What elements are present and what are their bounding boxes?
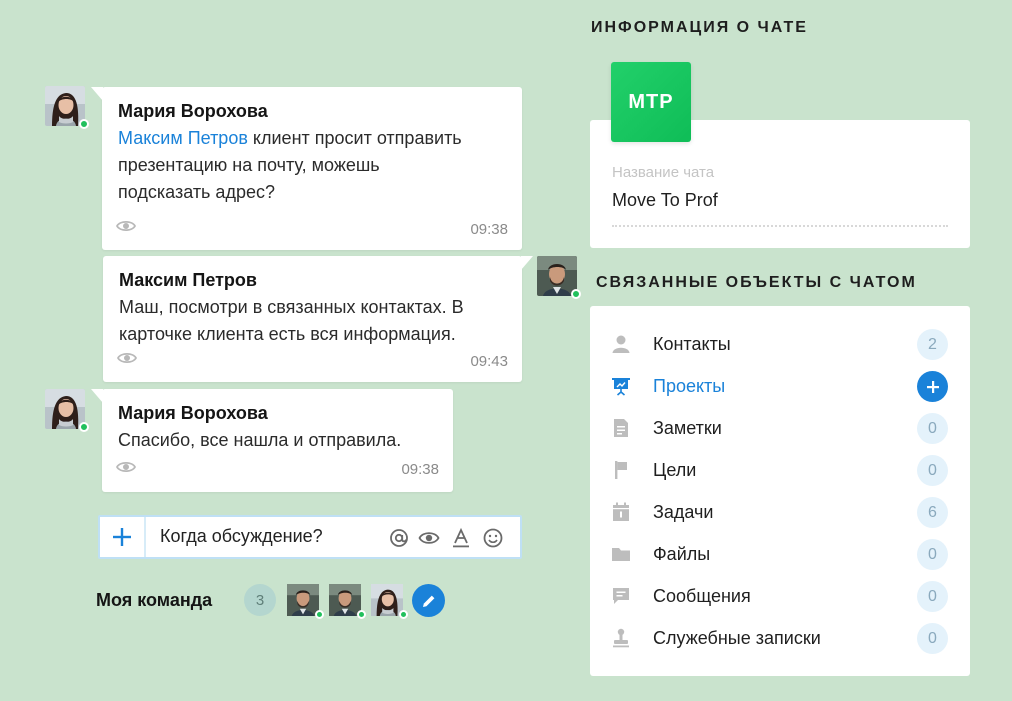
eye-icon[interactable] [418, 527, 440, 549]
message-author: Мария Ворохова [118, 403, 268, 423]
online-indicator [399, 610, 408, 619]
add-project-button[interactable] [917, 371, 948, 402]
message-bubble: Мария Ворохова Спасибо, все нашла и отпр… [91, 389, 453, 492]
message-time: 09:38 [401, 461, 439, 478]
message-bubble: Мария Ворохова Максим Петров клиент прос… [91, 87, 522, 250]
message-text: Маш, посмотри в связанных контактах. В к… [119, 297, 464, 344]
online-indicator [571, 289, 581, 299]
team-member-avatar[interactable] [287, 584, 324, 619]
text-format-icon[interactable] [450, 527, 472, 549]
linked-objects-card: Контакты 2 Проекты Заметки 0 Цели 0 Зада… [590, 306, 970, 676]
chat-name-label: Название чата [612, 164, 715, 181]
linked-item-label: Заметки [653, 418, 722, 438]
note-icon [614, 419, 628, 437]
online-indicator [315, 610, 324, 619]
linked-item-count: 2 [917, 329, 948, 360]
folder-icon [612, 548, 630, 561]
linked-item-count: 0 [917, 623, 948, 654]
linked-item-files[interactable]: Файлы 0 [590, 533, 970, 575]
eye-icon[interactable] [116, 460, 136, 474]
chat-name-field[interactable]: Move To Prof [612, 190, 718, 211]
attach-button[interactable] [100, 517, 146, 557]
linked-item-tasks[interactable]: Задачи 6 [590, 491, 970, 533]
field-underline [612, 225, 948, 227]
linked-item-contacts[interactable]: Контакты 2 [590, 323, 970, 365]
avatar-maria[interactable] [45, 389, 89, 432]
message-author: Мария Ворохова [118, 101, 268, 121]
linked-item-notes[interactable]: Заметки 0 [590, 407, 970, 449]
online-indicator [79, 119, 89, 129]
linked-item-label: Сообщения [653, 586, 751, 606]
presentation-icon [612, 378, 630, 396]
chat-info-title: ИНФОРМАЦИЯ О ЧАТЕ [591, 19, 808, 36]
linked-item-projects[interactable]: Проекты [590, 365, 970, 407]
stamp-icon [613, 628, 629, 648]
linked-item-count: 6 [917, 497, 948, 528]
calendar-icon [613, 502, 629, 521]
edit-team-button[interactable] [412, 584, 445, 617]
linked-item-label: Контакты [653, 334, 731, 354]
message-time: 09:43 [470, 353, 508, 370]
message-text: Максим Петров клиент просит отправить пр… [118, 128, 462, 202]
mention-link[interactable]: Максим Петров [118, 128, 248, 148]
linked-item-label: Задачи [653, 502, 714, 522]
at-icon[interactable] [388, 527, 410, 549]
linked-item-count: 0 [917, 581, 948, 612]
linked-item-memos[interactable]: Служебные записки 0 [590, 617, 970, 659]
message-input[interactable]: Когда обсуждение? [160, 526, 323, 547]
linked-item-messages[interactable]: Сообщения 0 [590, 575, 970, 617]
team-label: Моя команда [96, 590, 213, 610]
flag-icon [615, 461, 627, 479]
plus-icon [926, 380, 939, 393]
online-indicator [79, 422, 89, 432]
linked-item-label: Файлы [653, 544, 711, 564]
linked-item-count: 0 [917, 539, 948, 570]
linked-item-label: Цели [653, 460, 697, 480]
smile-icon[interactable] [482, 527, 504, 549]
avatar-maria[interactable] [45, 86, 89, 129]
message-time: 09:38 [470, 221, 508, 238]
linked-item-count: 0 [917, 455, 948, 486]
linked-item-goals[interactable]: Цели 0 [590, 449, 970, 491]
linked-item-label: Проекты [653, 376, 726, 396]
avatar-maxim[interactable] [537, 256, 581, 299]
person-icon [612, 335, 630, 353]
linked-objects-title: СВЯЗАННЫЕ ОБЪЕКТЫ С ЧАТОМ [596, 274, 917, 291]
message-author: Максим Петров [119, 270, 257, 290]
plus-icon [113, 528, 131, 546]
message-icon [613, 588, 629, 604]
linked-item-count: 0 [917, 413, 948, 444]
online-indicator [357, 610, 366, 619]
chat-logo[interactable]: МТР [611, 62, 691, 142]
pencil-icon [422, 595, 434, 607]
eye-icon[interactable] [116, 219, 136, 233]
message-bubble: Максим Петров Маш, посмотри в связанных … [103, 256, 533, 382]
message-composer: Когда обсуждение? [98, 515, 522, 559]
team-member-avatar[interactable] [371, 584, 408, 619]
team-count-badge[interactable]: 3 [244, 584, 276, 616]
message-text: Спасибо, все нашла и отправила. [118, 430, 402, 450]
team-member-avatar[interactable] [329, 584, 366, 619]
eye-icon[interactable] [117, 351, 137, 365]
linked-item-label: Служебные записки [653, 628, 821, 648]
